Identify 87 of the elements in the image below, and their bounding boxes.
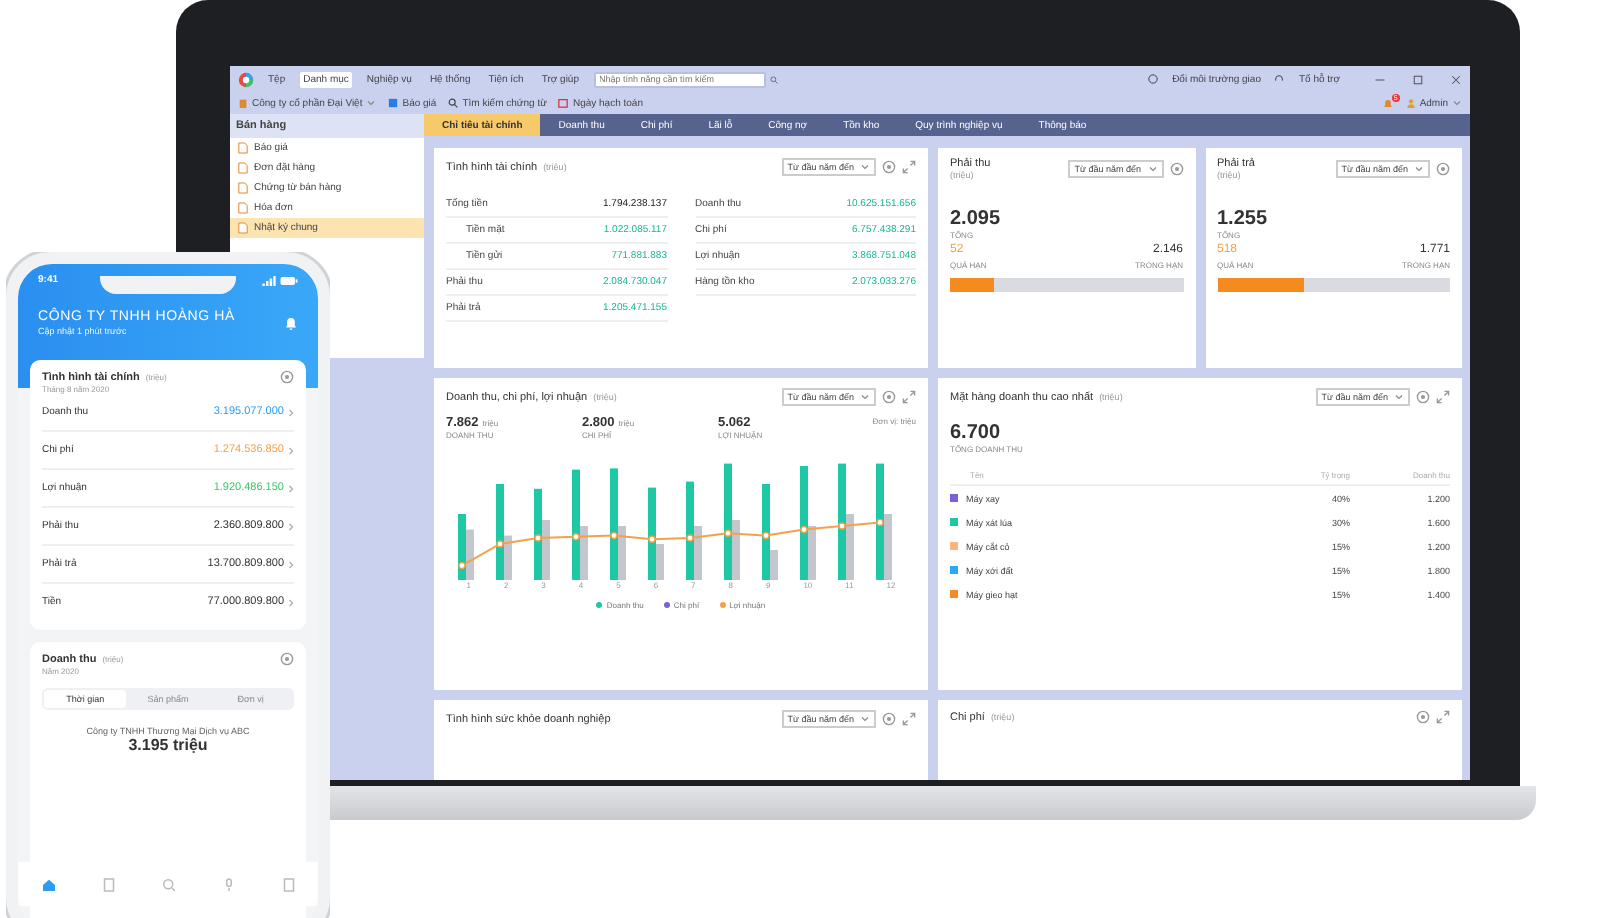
cost-bar: [504, 535, 512, 580]
revenue-bar: [648, 487, 656, 580]
settings-icon[interactable]: [882, 160, 896, 174]
bell-icon[interactable]: [284, 316, 298, 330]
profit-point: [572, 533, 580, 541]
cost-bar: [884, 514, 892, 580]
profit-point: [610, 531, 618, 540]
revenue-bar: [876, 463, 884, 580]
revenue-bar: [610, 468, 618, 580]
search-icon[interactable]: [769, 75, 777, 83]
phone-notch: [100, 276, 236, 294]
settings-icon[interactable]: [280, 370, 294, 384]
profit-point: [648, 535, 656, 543]
bell-icon: [1381, 97, 1394, 109]
total-value: 2.095: [950, 208, 1003, 230]
revenue-bar: [724, 463, 732, 580]
cost-bar: [732, 520, 740, 580]
signal-icon: [262, 275, 276, 285]
profit-point: [534, 534, 542, 542]
settings-icon[interactable]: [1436, 162, 1450, 176]
revenue-bar: [838, 463, 846, 580]
chevron-right-icon: [288, 559, 294, 569]
maximize-icon[interactable]: [1412, 73, 1424, 85]
profit-point: [686, 534, 694, 542]
chevron-right-icon: [288, 483, 294, 493]
revenue-bar: [800, 466, 808, 580]
battery-icon: [280, 275, 298, 285]
total-value: 6.700: [950, 422, 1003, 444]
chevron-down-icon: [1394, 394, 1404, 400]
expand-icon[interactable]: [902, 712, 916, 726]
calendar-icon: [558, 98, 569, 108]
revenue-bar: [762, 484, 770, 580]
user-icon: [1405, 98, 1416, 108]
profit-point: [800, 525, 808, 534]
profit-point: [762, 531, 770, 540]
revenue-bar: [496, 484, 504, 580]
settings-icon[interactable]: [1416, 390, 1430, 404]
revenue-bar: [572, 469, 580, 580]
chevron-down-icon: [860, 394, 870, 400]
revenue-bar: [458, 514, 466, 580]
settings-icon[interactable]: [882, 712, 896, 726]
revenue-bar: [686, 481, 694, 580]
expand-icon[interactable]: [1436, 710, 1450, 724]
profit-point: [496, 540, 504, 548]
chevron-down-icon: [1452, 100, 1462, 106]
settings-icon[interactable]: [280, 652, 294, 666]
chevron-down-icon: [860, 716, 870, 722]
chevron-right-icon: [288, 445, 294, 455]
expand-icon[interactable]: [902, 160, 916, 174]
document-icon[interactable]: [99, 875, 117, 893]
document-icon: [388, 98, 399, 108]
cost-bar: [808, 526, 816, 580]
app-logo-icon: [238, 71, 254, 87]
chevron-right-icon: [288, 521, 294, 531]
chevron-down-icon: [1147, 166, 1157, 172]
cost-bar: [656, 544, 664, 580]
profit-point: [876, 518, 884, 527]
amount-value: 3.195 triệu: [126, 736, 210, 754]
search-icon: [448, 98, 459, 108]
chevron-right-icon: [288, 597, 294, 607]
profit-point: [458, 561, 466, 570]
revenue-bar: [534, 488, 542, 580]
expand-icon[interactable]: [1436, 390, 1450, 404]
settings-icon[interactable]: [1169, 162, 1183, 176]
chevron-down-icon: [860, 164, 870, 170]
close-icon[interactable]: [1450, 73, 1462, 85]
chevron-right-icon: [288, 407, 294, 417]
cost-bar: [580, 526, 588, 580]
cost-bar: [618, 526, 626, 580]
help-icon[interactable]: [1148, 74, 1159, 84]
cost-bar: [542, 520, 550, 580]
cost-bar: [846, 514, 854, 580]
profit-point: [838, 522, 846, 530]
cost-bar: [466, 529, 474, 580]
total-value: 1.255: [1217, 208, 1270, 230]
chevron-down-icon: [366, 100, 377, 106]
home-icon[interactable]: [39, 875, 57, 893]
minimize-icon[interactable]: [1374, 73, 1386, 85]
building-icon: [238, 98, 248, 108]
settings-icon[interactable]: [882, 390, 896, 404]
cost-bar: [694, 526, 702, 580]
search-icon[interactable]: [159, 875, 177, 893]
expand-icon[interactable]: [902, 390, 916, 404]
cost-bar: [770, 550, 778, 580]
profit-point: [724, 529, 732, 537]
settings-icon[interactable]: [1416, 710, 1430, 724]
chevron-down-icon: [1414, 166, 1424, 172]
